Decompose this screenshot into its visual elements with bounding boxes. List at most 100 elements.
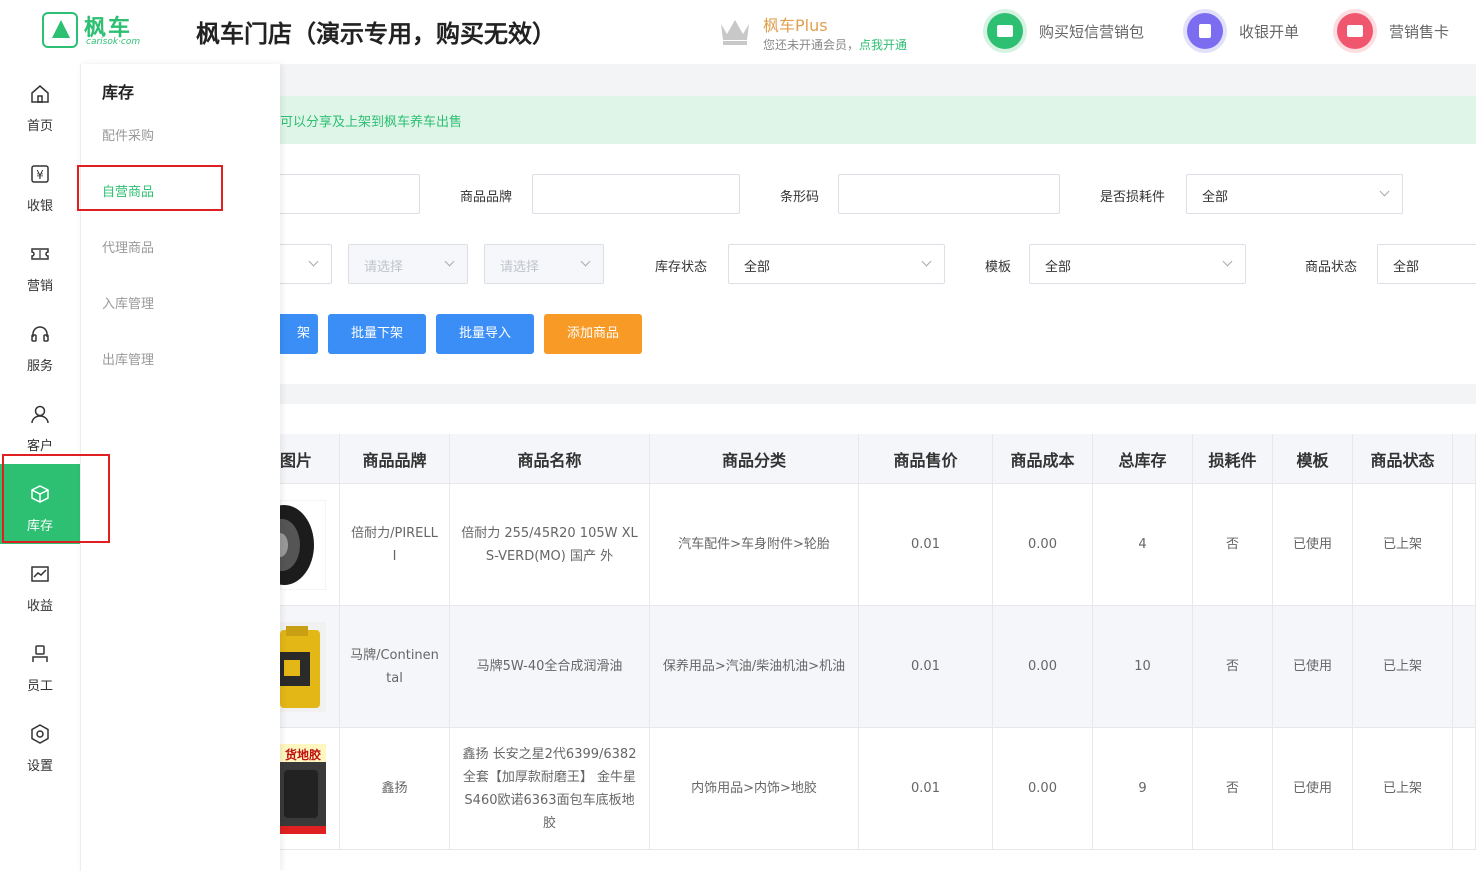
table-row-image-cell: 货地胶: [280, 728, 340, 850]
col-header-extra: [1453, 434, 1476, 484]
plus-title: 枫车Plus: [763, 16, 828, 35]
svg-text:¥: ¥: [36, 168, 44, 182]
barcode-label: 条形码: [780, 190, 820, 205]
table-cell-extra: [1453, 606, 1476, 728]
col-header-price: 商品售价: [859, 434, 993, 484]
sell-card-button[interactable]: 营销售卡: [1337, 13, 1467, 49]
user-icon: [31, 405, 49, 424]
plus-open-link[interactable]: 点我开通: [859, 38, 907, 52]
nav-label: 首页: [26, 119, 53, 134]
submenu-item-stock-in[interactable]: 入库管理: [102, 293, 154, 312]
chevron-down-icon: [921, 256, 932, 267]
submenu-title: 库存: [102, 83, 135, 102]
nav-item-staff[interactable]: 员工: [0, 624, 80, 704]
col-header-category: 商品分类: [650, 434, 859, 484]
goods-table: 图片 商品品牌 商品名称 商品分类 商品售价 商品成本 总库存 损耗件 模板 商…: [280, 404, 1476, 871]
submenu-item-agent-goods[interactable]: 代理商品: [102, 237, 154, 256]
nav-item-settings[interactable]: 设置: [0, 704, 80, 784]
notice-bar: 可以分享及上架到枫车养车出售: [280, 96, 1476, 144]
col-header-cost: 商品成本: [993, 434, 1093, 484]
batch-off-shelf-button[interactable]: 批量下架: [328, 314, 426, 354]
table-cell-brand: 倍耐力/PIRELLI: [340, 484, 450, 606]
template-select[interactable]: 全部: [1029, 244, 1246, 284]
template-label: 模板: [985, 260, 1012, 275]
table-cell-brand: 鑫扬: [340, 728, 450, 850]
notice-text: 可以分享及上架到枫车养车出售: [280, 115, 463, 130]
tire-image[interactable]: [280, 499, 326, 590]
category-select-3[interactable]: 请选择: [484, 244, 604, 284]
nav-item-revenue[interactable]: 收益: [0, 544, 80, 624]
nav-item-home[interactable]: 首页: [0, 64, 80, 144]
nav-label: 收益: [26, 599, 53, 614]
mat-stripe: [280, 825, 326, 834]
table-row-image-cell: [280, 484, 340, 606]
chevron-down-icon: [1222, 256, 1233, 267]
add-goods-button[interactable]: 添加商品: [544, 314, 642, 354]
batch-import-button[interactable]: 批量导入: [436, 314, 534, 354]
barcode-input[interactable]: [838, 174, 1060, 214]
top-header: 枫车 carisok·com 枫车门店（演示专用，购买无效） 枫车Plus 您还…: [0, 0, 1476, 64]
table-row-image-cell: [280, 606, 340, 728]
table-cell-price: 0.01: [859, 484, 993, 606]
card-icon: [1337, 13, 1373, 49]
store-title: 枫车门店（演示专用，购买无效）: [196, 20, 556, 48]
oil-image[interactable]: [280, 621, 326, 712]
col-header-brand: 商品品牌: [340, 434, 450, 484]
table-cell-name: 倍耐力 255/45R20 105W XL S-VERD(MO) 国产 外: [450, 484, 650, 606]
category-select-2[interactable]: 请选择: [348, 244, 468, 284]
table-cell-stock: 10: [1093, 606, 1193, 728]
goods-status-select[interactable]: 全部: [1377, 244, 1476, 284]
nav-item-cashier[interactable]: ¥ 收银: [0, 144, 80, 224]
receipt-icon: [1187, 13, 1223, 49]
goods-status-label: 商品状态: [1305, 260, 1358, 275]
cashier-order-button[interactable]: 收银开单: [1187, 13, 1317, 49]
brand-logo[interactable]: 枫车 carisok·com: [42, 12, 147, 50]
brand-input[interactable]: [532, 174, 740, 214]
table-cell-template: 已使用: [1273, 728, 1353, 850]
col-header-name: 商品名称: [450, 434, 650, 484]
table-cell-status: 已上架: [1353, 484, 1453, 606]
sell-card-label: 营销售卡: [1389, 23, 1450, 41]
submenu-item-stock-out[interactable]: 出库管理: [102, 349, 154, 368]
logo-mark: [42, 12, 78, 48]
nav-label: 服务: [26, 359, 53, 374]
table-cell-stock: 4: [1093, 484, 1193, 606]
table-cell-consumable: 否: [1193, 728, 1273, 850]
submenu-item-parts-purchase[interactable]: 配件采购: [102, 125, 154, 144]
table-cell-category: 内饰用品>内饰>地胶: [650, 728, 859, 850]
mat-image-text: 货地胶: [280, 743, 326, 762]
nav-item-service[interactable]: 服务: [0, 304, 80, 384]
chevron-down-icon: [1379, 186, 1390, 197]
highlight-box-own-goods: [77, 165, 223, 211]
table-cell-cost: 0.00: [993, 728, 1093, 850]
chevron-down-icon: [580, 256, 591, 267]
plus-subtitle: 您还未开通会员，点我开通: [763, 38, 908, 52]
settings-icon: [31, 724, 49, 744]
mat-image[interactable]: 货地胶: [280, 743, 326, 834]
nav-label: 客户: [26, 439, 53, 454]
chevron-down-icon: [444, 256, 455, 267]
buy-sms-label: 购买短信营销包: [1039, 23, 1145, 41]
buy-sms-package-button[interactable]: 购买短信营销包: [987, 13, 1157, 49]
plus-membership[interactable]: 枫车Plus 您还未开通会员，点我开通: [718, 12, 948, 56]
table-cell-template: 已使用: [1273, 606, 1353, 728]
stock-status-select[interactable]: 全部: [728, 244, 945, 284]
home-icon: [31, 85, 49, 103]
crown-icon: [721, 20, 749, 45]
nav-item-customer[interactable]: 客户: [0, 384, 80, 464]
headset-icon: [31, 326, 49, 342]
brand-domain: carisok·com: [86, 37, 141, 47]
cashier-icon: ¥: [31, 165, 49, 183]
nav-label: 员工: [26, 679, 53, 694]
consumable-select[interactable]: 全部: [1186, 174, 1403, 214]
table-cell-price: 0.01: [859, 606, 993, 728]
table-cell-extra: [1453, 484, 1476, 606]
highlight-box-inventory: [2, 454, 110, 543]
table-cell-name: 鑫扬 长安之星2代6399/6382全套【加厚款耐磨王】 金牛星S460欧诺63…: [450, 728, 650, 850]
cashier-order-label: 收银开单: [1239, 23, 1300, 41]
table-cell-cost: 0.00: [993, 606, 1093, 728]
goods-name-input[interactable]: [270, 174, 420, 214]
staff-icon: [32, 645, 48, 662]
table-cell-brand: 马牌/Continental: [340, 606, 450, 728]
nav-item-marketing[interactable]: 营销: [0, 224, 80, 304]
